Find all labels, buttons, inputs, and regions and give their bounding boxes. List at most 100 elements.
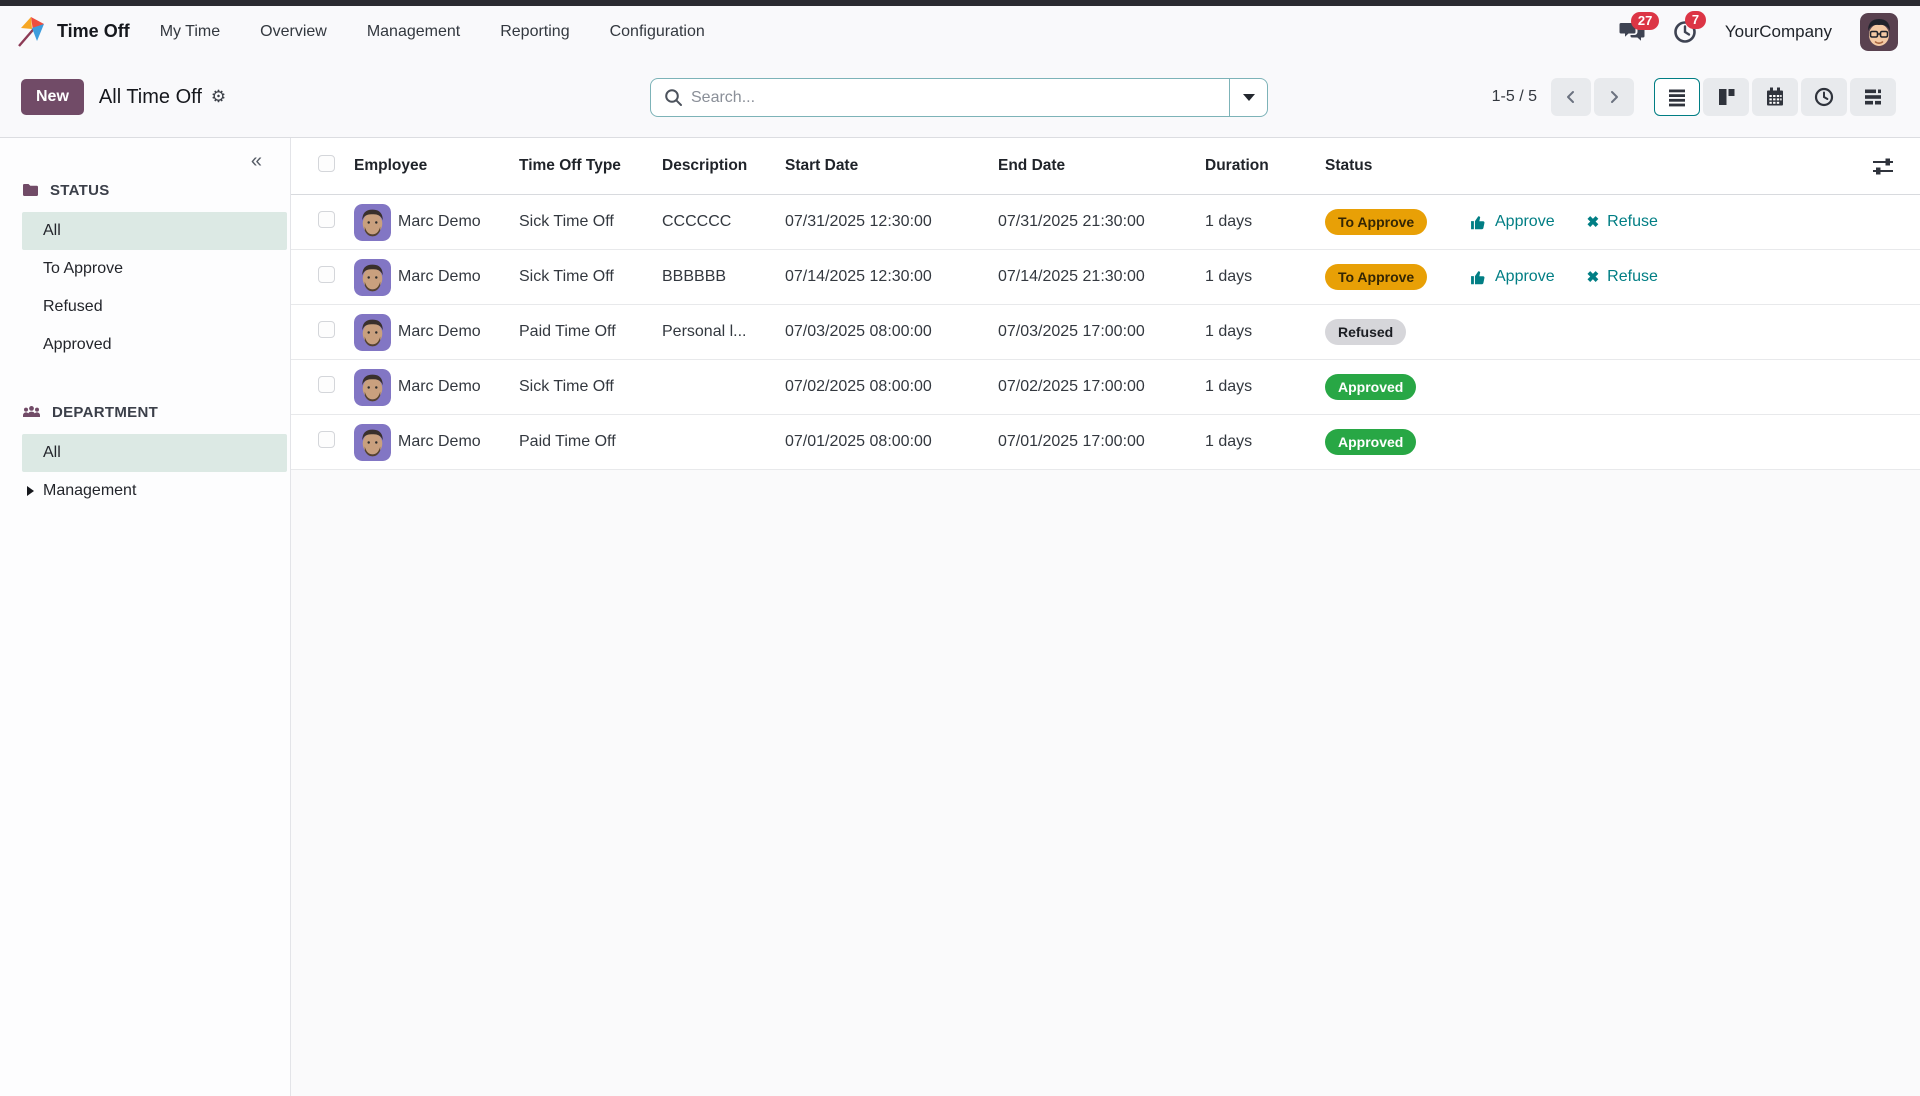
kanban-view-icon (1716, 87, 1736, 107)
approve-button[interactable]: Approve (1470, 268, 1555, 286)
thumbs-up-icon (1470, 214, 1487, 231)
kanban-view-button[interactable] (1703, 78, 1749, 116)
table-row[interactable]: Marc Demo Paid Time Off Personal l... 07… (291, 305, 1920, 360)
nav-item-my-time[interactable]: My Time (160, 23, 220, 41)
select-all-checkbox[interactable] (318, 155, 335, 172)
approve-button[interactable]: Approve (1470, 213, 1555, 231)
gantt-view-button[interactable] (1850, 78, 1896, 116)
table-row[interactable]: Marc Demo Sick Time Off BBBBBB 07/14/202… (291, 250, 1920, 305)
employee-name: Marc Demo (398, 323, 481, 341)
column-header-employee[interactable]: Employee (354, 157, 519, 175)
start-date: 07/01/2025 08:00:00 (785, 433, 998, 451)
company-switcher[interactable]: YourCompany (1725, 22, 1832, 42)
row-checkbox[interactable] (318, 431, 335, 448)
status-filter-to-approve[interactable]: To Approve (22, 250, 287, 288)
messages-button[interactable]: 27 (1619, 21, 1645, 43)
department-section-header: DEPARTMENT (22, 400, 290, 424)
table-header-row: Employee Time Off Type Description Start… (291, 138, 1920, 195)
thumbs-up-icon (1470, 269, 1487, 286)
employee-avatar (354, 424, 391, 461)
start-date: 07/14/2025 12:30:00 (785, 268, 998, 286)
table-row[interactable]: Marc Demo Sick Time Off CCCCCC 07/31/202… (291, 195, 1920, 250)
duration: 1 days (1205, 213, 1325, 231)
search-bar (650, 78, 1268, 117)
status-badge: Approved (1325, 374, 1416, 400)
column-header-start[interactable]: Start Date (785, 157, 998, 175)
list-view-icon (1667, 87, 1687, 107)
row-checkbox[interactable] (318, 266, 335, 283)
folder-icon (22, 183, 39, 197)
activity-view-button[interactable] (1801, 78, 1847, 116)
x-icon: ✖ (1587, 268, 1600, 286)
table-row[interactable]: Marc Demo Sick Time Off 07/02/2025 08:00… (291, 360, 1920, 415)
end-date: 07/31/2025 21:30:00 (998, 213, 1205, 231)
end-date: 07/14/2025 21:30:00 (998, 268, 1205, 286)
app-name: Time Off (57, 21, 130, 42)
row-checkbox[interactable] (318, 321, 335, 338)
timeoff-type: Paid Time Off (519, 323, 662, 341)
activities-button[interactable]: 7 (1673, 20, 1697, 44)
optional-columns-icon[interactable] (1872, 157, 1894, 176)
x-icon: ✖ (1587, 213, 1600, 231)
expand-caret-icon[interactable] (27, 486, 34, 496)
view-switcher (1654, 78, 1896, 116)
status-badge: Approved (1325, 429, 1416, 455)
nav-item-overview[interactable]: Overview (260, 23, 327, 41)
status-badge: To Approve (1325, 264, 1427, 290)
refuse-button[interactable]: ✖ Refuse (1587, 213, 1658, 231)
app-brand[interactable]: Time Off (16, 15, 130, 49)
timeoff-type: Sick Time Off (519, 268, 662, 286)
new-button[interactable]: New (21, 79, 84, 115)
page-title: All Time Off (99, 86, 202, 109)
employee-avatar (354, 369, 391, 406)
duration: 1 days (1205, 268, 1325, 286)
search-input[interactable] (683, 89, 1229, 107)
column-header-end[interactable]: End Date (998, 157, 1205, 175)
sidebar-collapse-button[interactable]: « (251, 150, 262, 176)
department-filter-management[interactable]: Management (22, 472, 287, 510)
department-filter-all[interactable]: All (22, 434, 287, 472)
start-date: 07/03/2025 08:00:00 (785, 323, 998, 341)
users-icon (22, 405, 41, 419)
nav-item-management[interactable]: Management (367, 23, 460, 41)
list-view-button[interactable] (1654, 78, 1700, 116)
status-section-header: STATUS (22, 178, 290, 202)
status-filter-refused[interactable]: Refused (22, 288, 287, 326)
timeoff-list: Employee Time Off Type Description Start… (291, 138, 1920, 1096)
column-header-status[interactable]: Status (1325, 157, 1470, 175)
chevron-down-icon (1243, 94, 1255, 101)
nav-item-reporting[interactable]: Reporting (500, 23, 569, 41)
employee-avatar (354, 314, 391, 351)
gear-icon[interactable]: ⚙ (211, 87, 226, 107)
chevron-left-icon (1563, 89, 1579, 105)
employee-name: Marc Demo (398, 213, 481, 231)
chevron-right-icon (1606, 89, 1622, 105)
pager-next-button[interactable] (1594, 78, 1634, 116)
column-header-duration[interactable]: Duration (1205, 157, 1325, 175)
search-dropdown-toggle[interactable] (1229, 79, 1267, 116)
calendar-view-button[interactable] (1752, 78, 1798, 116)
duration: 1 days (1205, 433, 1325, 451)
status-badge: To Approve (1325, 209, 1427, 235)
row-checkbox[interactable] (318, 211, 335, 228)
row-checkbox[interactable] (318, 376, 335, 393)
start-date: 07/31/2025 12:30:00 (785, 213, 998, 231)
nav-menu: My Time Overview Management Reporting Co… (160, 23, 705, 41)
column-header-type[interactable]: Time Off Type (519, 157, 662, 175)
employee-avatar (354, 259, 391, 296)
end-date: 07/02/2025 17:00:00 (998, 378, 1205, 396)
gantt-view-icon (1863, 87, 1883, 107)
status-filter-approved[interactable]: Approved (22, 326, 287, 364)
nav-item-configuration[interactable]: Configuration (610, 23, 705, 41)
end-date: 07/03/2025 17:00:00 (998, 323, 1205, 341)
column-header-description[interactable]: Description (662, 157, 785, 175)
pager-previous-button[interactable] (1551, 78, 1591, 116)
filters-sidebar: « STATUS All To Approve Refused Approved… (0, 138, 291, 1096)
refuse-button[interactable]: ✖ Refuse (1587, 268, 1658, 286)
status-filter-all[interactable]: All (22, 212, 287, 250)
user-avatar[interactable] (1860, 13, 1898, 51)
activities-count-badge: 7 (1685, 11, 1706, 29)
employee-name: Marc Demo (398, 433, 481, 451)
end-date: 07/01/2025 17:00:00 (998, 433, 1205, 451)
table-row[interactable]: Marc Demo Paid Time Off 07/01/2025 08:00… (291, 415, 1920, 470)
